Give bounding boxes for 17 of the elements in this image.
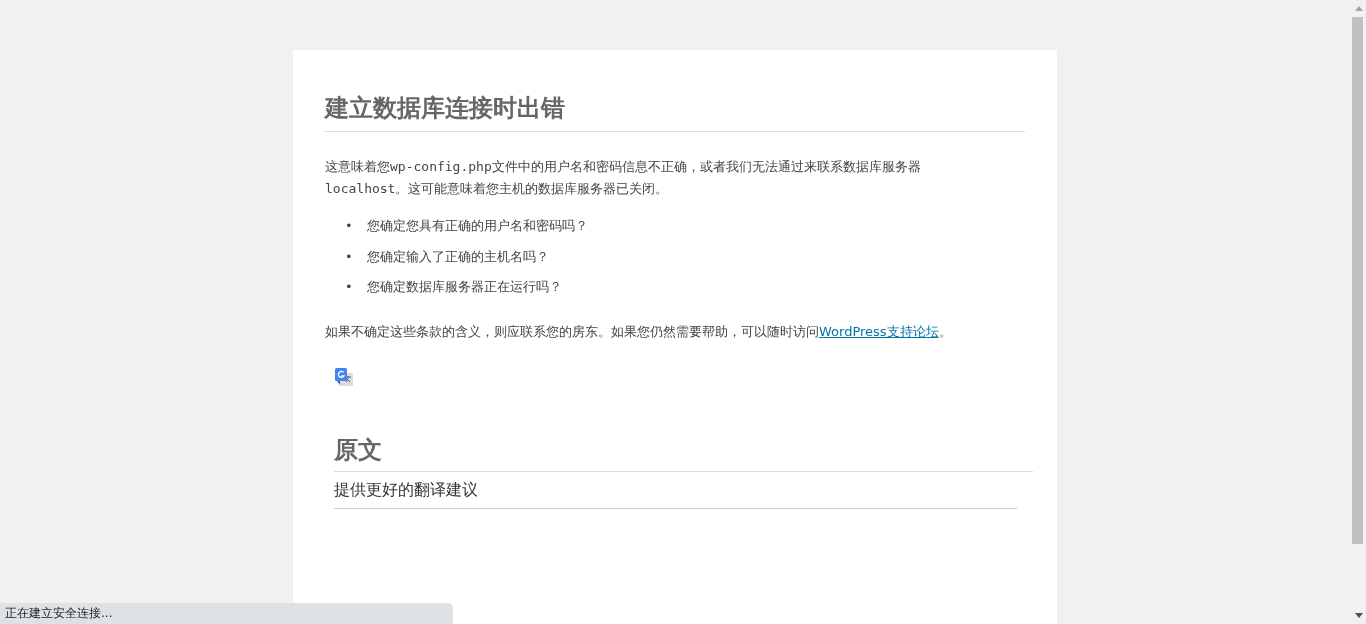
translate-icon <box>334 367 354 387</box>
bullet: • <box>345 217 353 235</box>
translation-suggestion-link[interactable]: 提供更好的翻译建议 <box>334 472 1017 509</box>
error-heading: 建立数据库连接时出错 <box>325 93 1025 132</box>
error-description: 这意味着您wp-config.php文件中的用户名和密码信息不正确，或者我们无法通过来联系数据库服务器 localhost。这可能意味着您主机的数据库服务器已关闭。 <box>325 158 922 198</box>
support-forum-link[interactable]: WordPress支持论坛 <box>819 324 939 339</box>
bullet: • <box>345 247 353 266</box>
scroll-up-arrow-icon[interactable] <box>1355 6 1363 11</box>
bullet: • <box>345 278 353 296</box>
question-item: 您确定输入了正确的主机名吗？ <box>366 247 549 266</box>
question-item: 您确定您具有正确的用户名和密码吗？ <box>366 217 588 235</box>
scroll-down-arrow-icon[interactable] <box>1355 613 1363 618</box>
scrollbar-thumb[interactable] <box>1352 17 1363 544</box>
status-bar: 正在建立安全连接... <box>0 603 453 624</box>
original-text-heading: 原文 <box>334 435 1033 472</box>
help-text: 如果不确定这些条款的含义，则应联系您的房东。如果您仍然需要帮助，可以随时访问WordPress支持论坛。 <box>325 323 953 341</box>
question-item: 您确定数据库服务器正在运行吗？ <box>366 278 562 296</box>
